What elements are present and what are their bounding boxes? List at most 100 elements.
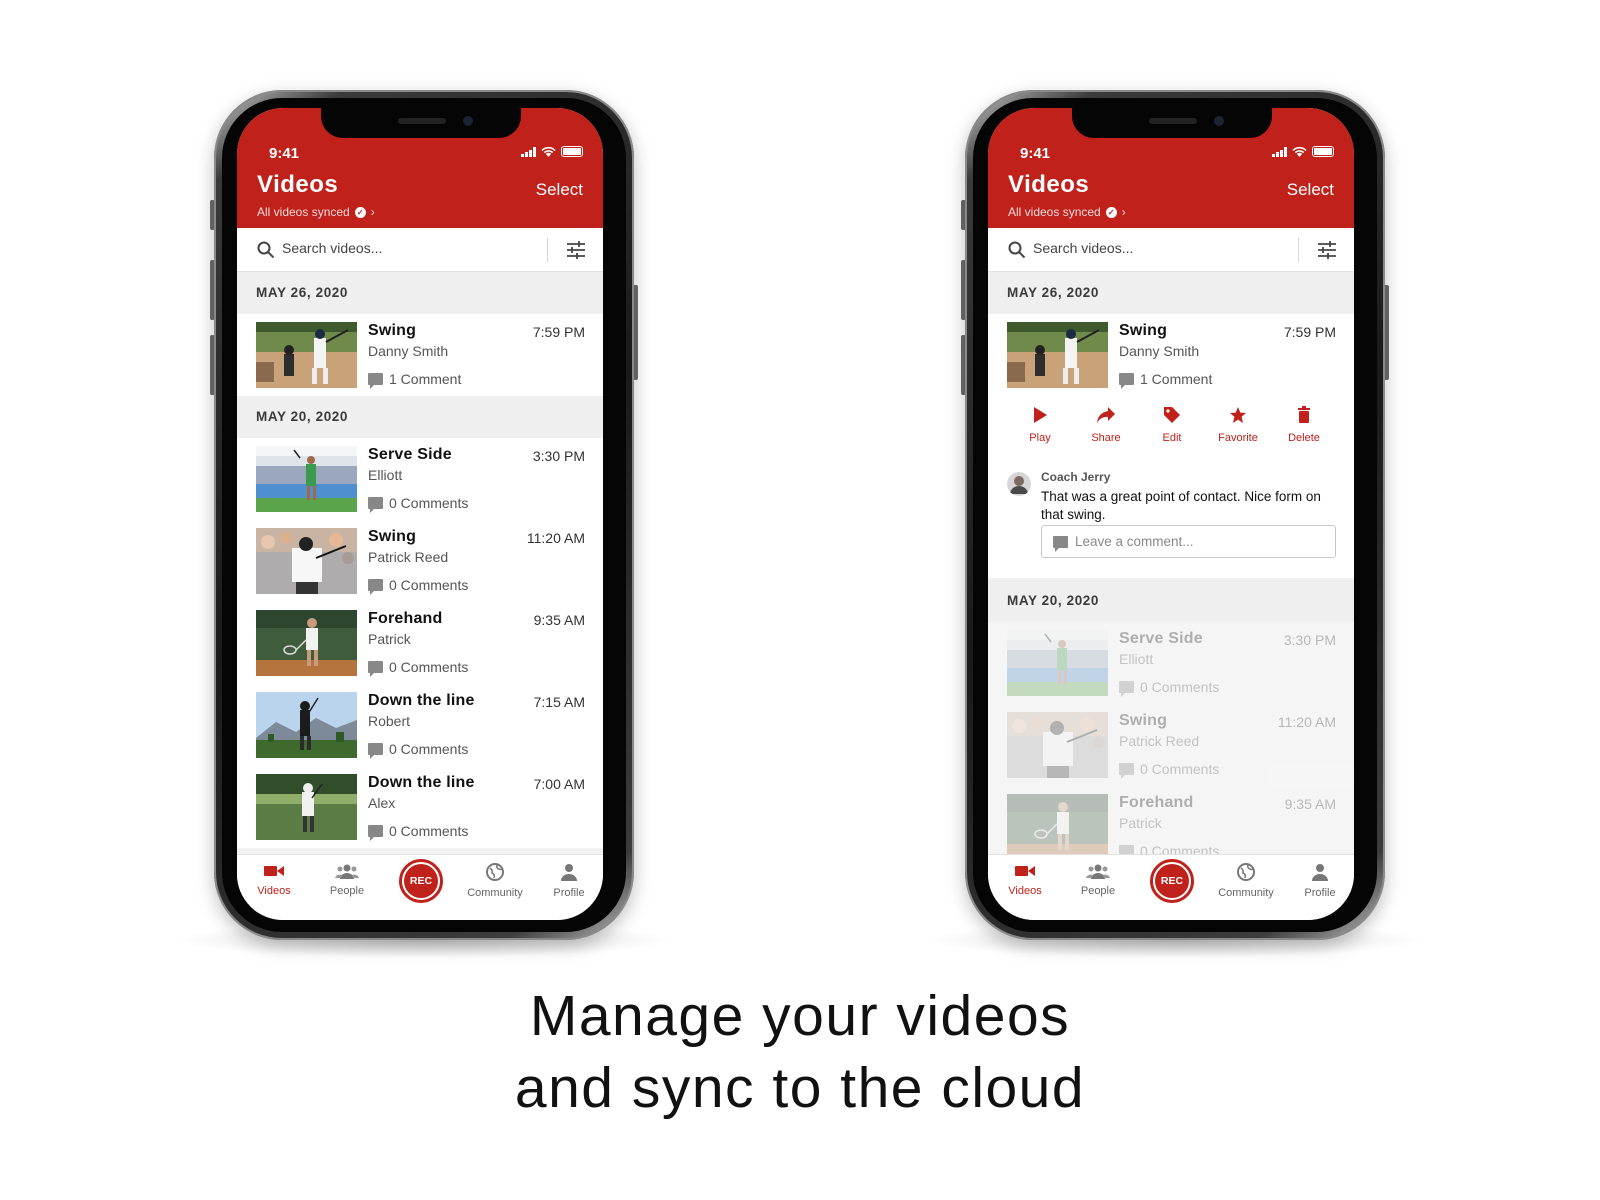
comment-count: 0 Comments xyxy=(389,659,469,675)
filter-sliders-icon[interactable] xyxy=(1317,241,1337,259)
front-camera xyxy=(463,116,473,126)
video-list-item[interactable]: Down the line Alex 7:00 AM 0 Comments xyxy=(237,766,603,848)
video-person: Patrick xyxy=(368,631,411,647)
video-list-item[interactable]: Serve Side Elliott 3:30 PM 0 Comments xyxy=(988,622,1354,704)
phone-notch xyxy=(1072,108,1272,138)
video-thumbnail-golf xyxy=(256,774,357,840)
video-list-item[interactable]: Swing Danny Smith 7:59 PM 1 Comment xyxy=(237,314,603,396)
battery-icon xyxy=(561,146,583,157)
comment-count: 0 Comments xyxy=(1140,761,1220,777)
video-person: Elliott xyxy=(368,467,403,483)
video-list-item[interactable]: Swing Patrick Reed 11:20 AM 0 Comments xyxy=(237,520,603,602)
action-label: Edit xyxy=(1162,432,1182,444)
favorite-button[interactable]: Favorite xyxy=(1205,396,1271,444)
rec-label: REC xyxy=(1155,864,1189,898)
video-list-item-selected[interactable]: Swing Danny Smith 7:59 PM 1 Comment xyxy=(988,314,1354,396)
rec-label: REC xyxy=(404,864,438,898)
search-input[interactable] xyxy=(1033,240,1283,256)
video-comments: 0 Comments xyxy=(368,741,469,759)
video-time: 11:20 AM xyxy=(1277,714,1336,730)
date-section-header: MAY 20, 2020 xyxy=(988,580,1354,622)
comment-input[interactable] xyxy=(1075,534,1325,549)
tab-community[interactable]: Community xyxy=(463,863,527,899)
bottom-tab-bar: Videos People REC Community Profile xyxy=(237,854,603,920)
tab-videos[interactable]: Videos xyxy=(993,863,1057,897)
video-thumbnail-tennis xyxy=(1007,630,1108,696)
select-button[interactable]: Select xyxy=(536,180,583,200)
comment-icon xyxy=(368,661,383,677)
video-time: 7:59 PM xyxy=(532,324,585,340)
comment-count: 1 Comment xyxy=(1140,371,1213,387)
comment-count: 0 Comments xyxy=(1140,679,1220,695)
tag-icon xyxy=(1164,407,1180,423)
record-button[interactable]: REC xyxy=(1150,859,1194,903)
play-icon xyxy=(1034,407,1047,423)
phone-notch xyxy=(321,108,521,138)
phone-frame: 9:41 Videos Select All videos synced ✓ › xyxy=(214,90,634,940)
video-comments: 0 Comments xyxy=(1119,679,1220,697)
video-thumbnail-baseball xyxy=(1007,322,1108,388)
sync-status-link[interactable]: All videos synced ✓ › xyxy=(257,205,375,219)
avatar xyxy=(1007,472,1031,496)
tab-profile[interactable]: Profile xyxy=(1288,863,1352,899)
right-phone-mockup: 9:41 Videos Select All videos synced ✓ › xyxy=(925,90,1425,958)
tab-label: Community xyxy=(1218,887,1274,899)
search-bar xyxy=(237,228,603,272)
video-title: Swing xyxy=(1119,712,1168,729)
video-time: 7:15 AM xyxy=(533,694,585,710)
person-icon xyxy=(561,864,577,881)
tab-videos[interactable]: Videos xyxy=(242,863,306,897)
search-icon xyxy=(257,241,275,259)
video-time: 3:30 PM xyxy=(1283,632,1336,648)
video-thumbnail-golf xyxy=(256,528,357,594)
sync-status-text: All videos synced xyxy=(257,205,350,219)
video-person: Patrick xyxy=(1119,815,1162,831)
video-time: 11:20 AM xyxy=(526,530,585,546)
tab-profile[interactable]: Profile xyxy=(537,863,601,899)
speaker-grille xyxy=(398,118,446,124)
video-action-bar: Play Share Edit Favorite Delete xyxy=(988,396,1354,466)
play-button[interactable]: Play xyxy=(1007,396,1073,444)
globe-icon xyxy=(486,863,504,881)
signal-icon xyxy=(521,146,536,157)
bottom-tab-bar: Videos People REC Community Profile xyxy=(988,854,1354,920)
sync-status-link[interactable]: All videos synced ✓ › xyxy=(1008,205,1126,219)
comment-icon xyxy=(368,743,383,759)
edit-button[interactable]: Edit xyxy=(1139,396,1205,444)
select-button[interactable]: Select xyxy=(1287,180,1334,200)
tab-label: Videos xyxy=(1008,885,1042,897)
video-title: Swing xyxy=(1119,322,1168,339)
video-time: 9:35 AM xyxy=(533,612,585,628)
comment-count: 0 Comments xyxy=(389,741,469,757)
people-icon xyxy=(335,864,359,879)
filter-sliders-icon[interactable] xyxy=(566,241,586,259)
video-list-item[interactable]: Swing Patrick Reed 11:20 AM 0 Comments xyxy=(988,704,1354,786)
comment-icon xyxy=(368,825,383,841)
tab-people[interactable]: People xyxy=(1066,863,1130,897)
comment-icon xyxy=(1119,681,1134,697)
video-list-item[interactable]: Forehand Patrick 9:35 AM 0 Comments xyxy=(237,602,603,684)
video-comments: 1 Comment xyxy=(368,371,461,389)
chevron-right-icon: › xyxy=(1121,205,1126,219)
date-section-header: MAY 26, 2020 xyxy=(988,272,1354,314)
comment-input-box[interactable] xyxy=(1041,525,1336,558)
tab-community[interactable]: Community xyxy=(1214,863,1278,899)
video-person: Patrick Reed xyxy=(1119,733,1200,749)
search-input[interactable] xyxy=(282,240,532,256)
video-list-item[interactable]: Down the line Robert 7:15 AM 0 Comments xyxy=(237,684,603,766)
tab-people[interactable]: People xyxy=(315,863,379,897)
comment-count: 0 Comments xyxy=(389,577,469,593)
video-comments: 0 Comments xyxy=(1119,761,1220,779)
video-comments: 0 Comments xyxy=(368,823,468,841)
comment-author: Coach Jerry xyxy=(1041,470,1111,484)
delete-button[interactable]: Delete xyxy=(1271,396,1337,444)
video-list-item[interactable]: Serve Side Elliott 3:30 PM 0 Comments xyxy=(237,438,603,520)
action-label: Delete xyxy=(1288,432,1320,444)
share-button[interactable]: Share xyxy=(1073,396,1139,444)
video-title: Forehand xyxy=(368,610,443,627)
globe-icon xyxy=(1237,863,1255,881)
tab-label: People xyxy=(1080,885,1116,897)
video-time: 7:00 AM xyxy=(533,776,585,792)
search-icon xyxy=(1008,241,1026,259)
record-button[interactable]: REC xyxy=(399,859,443,903)
